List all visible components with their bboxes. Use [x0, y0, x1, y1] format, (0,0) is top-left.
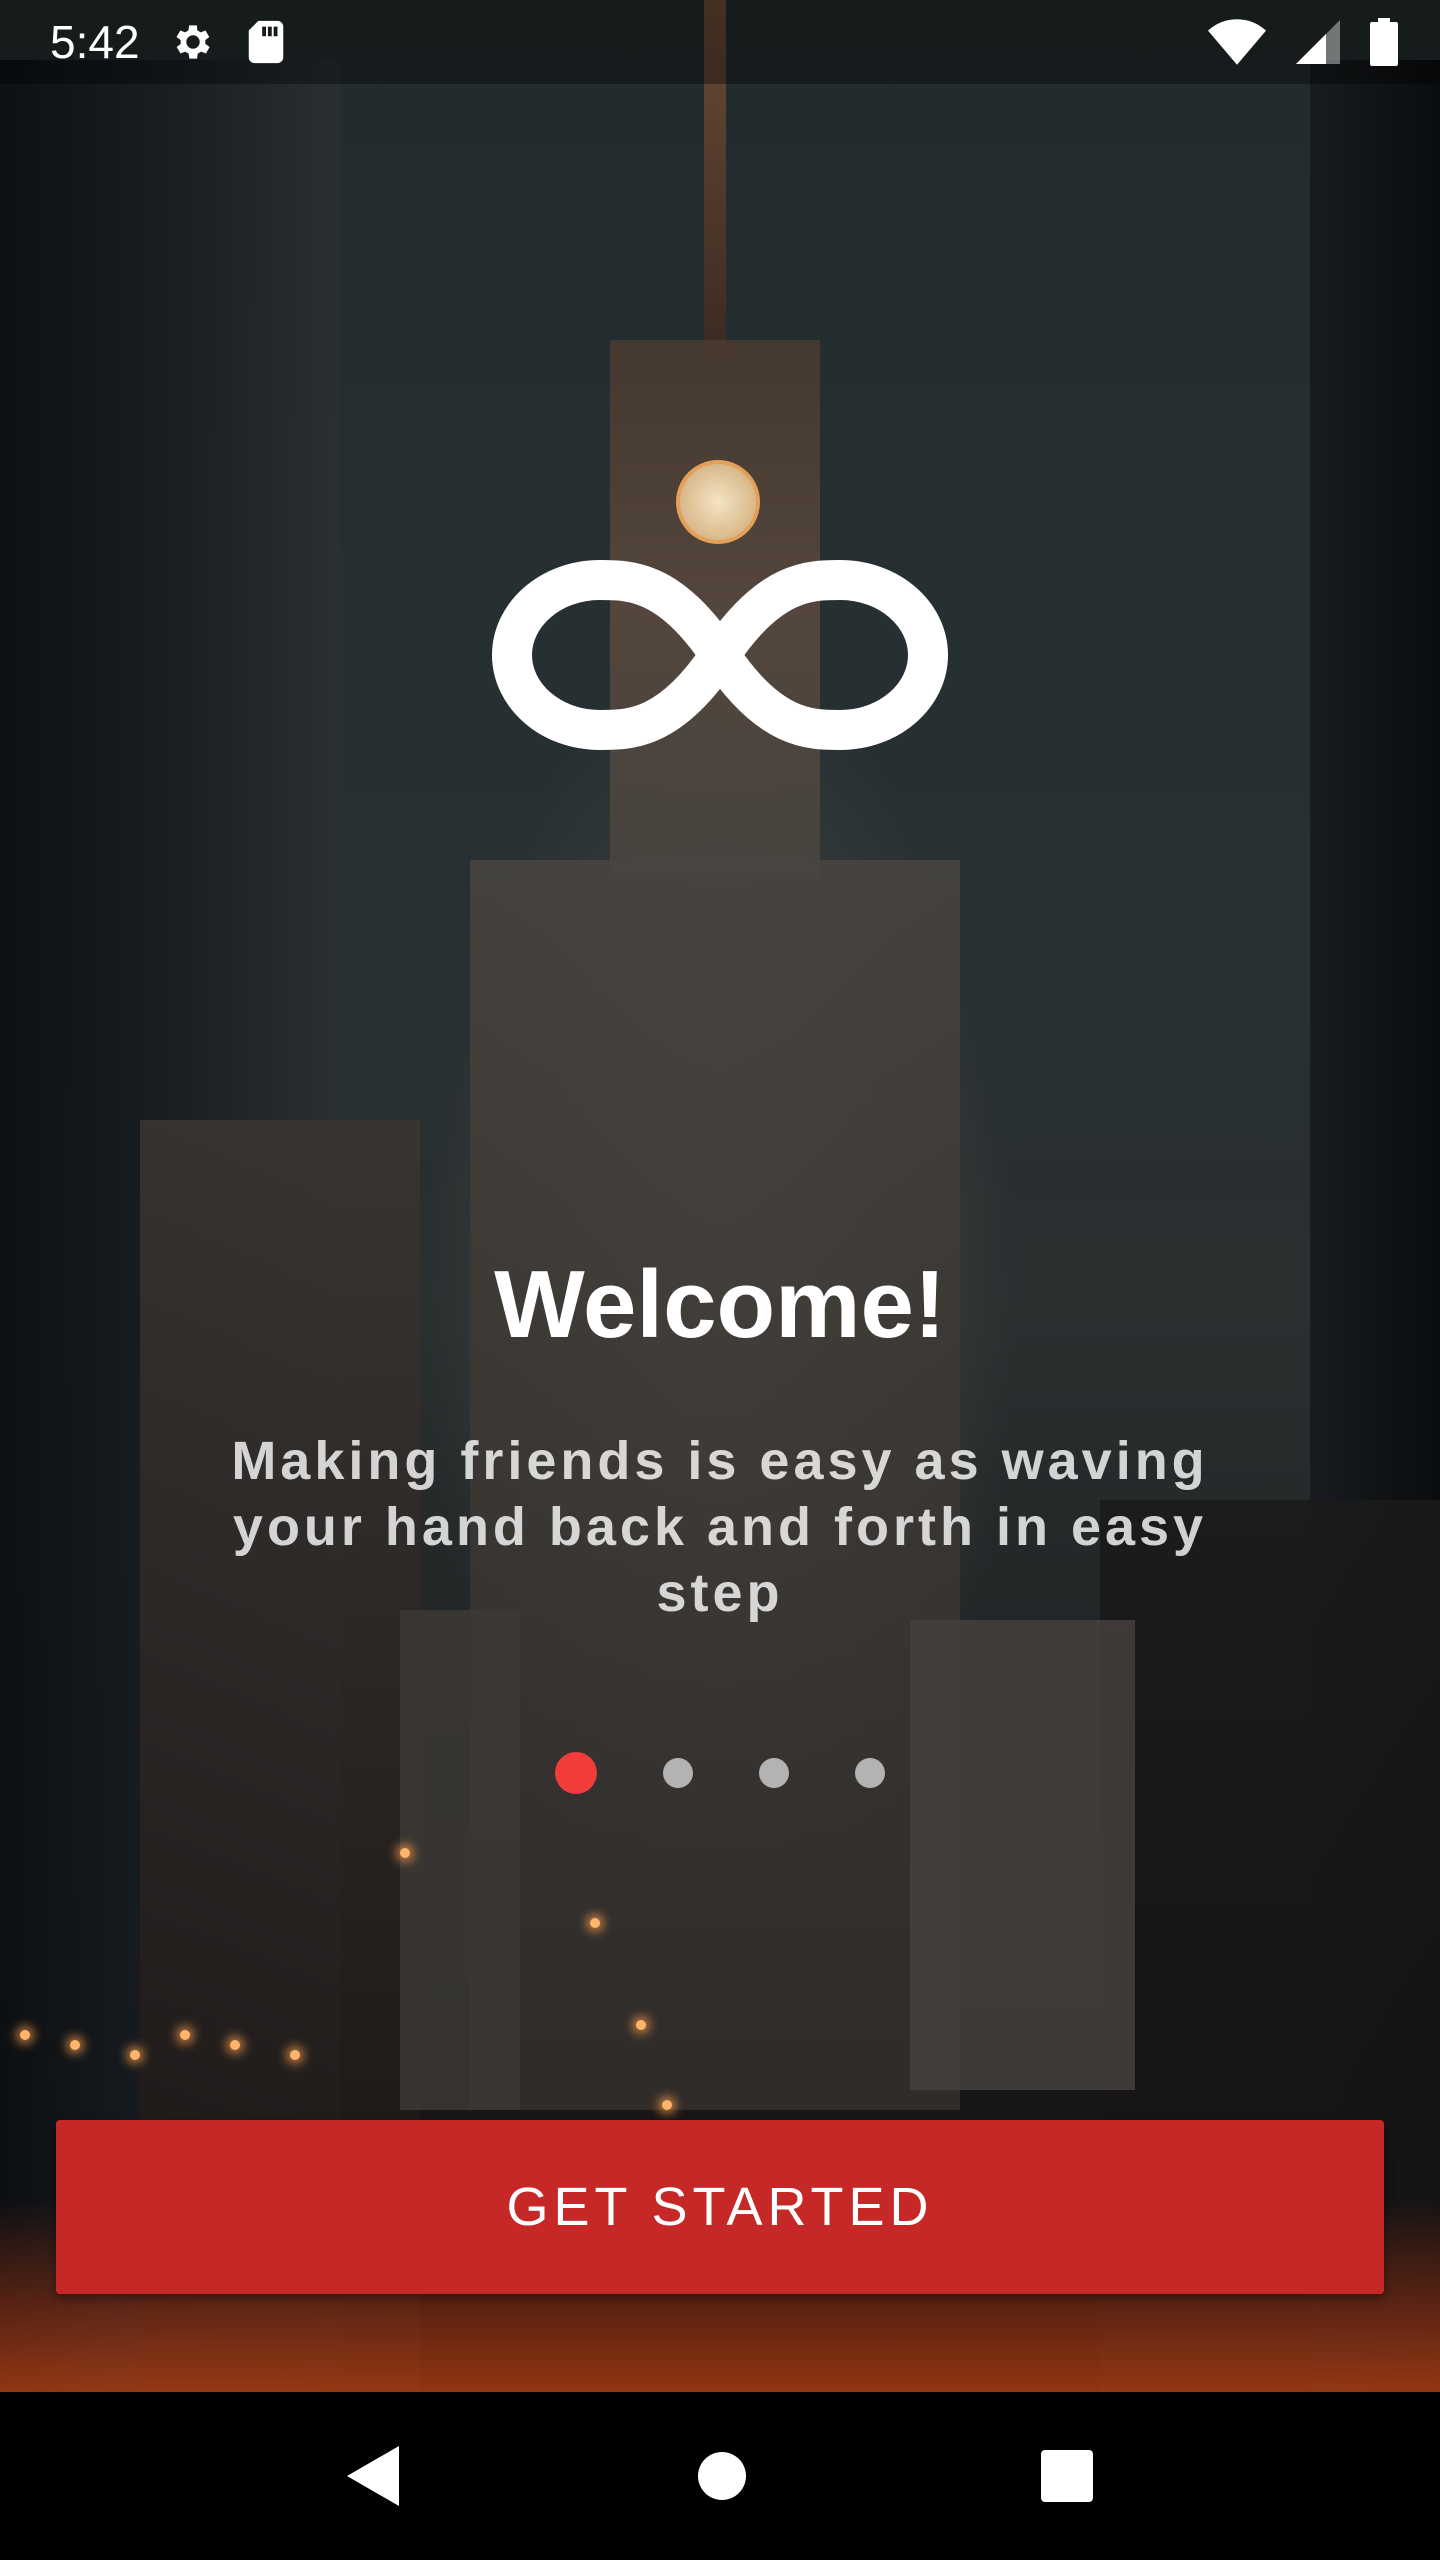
page-dot[interactable]	[855, 1758, 885, 1788]
status-time: 5:42	[50, 16, 140, 68]
battery-icon	[1370, 18, 1398, 66]
page-indicator	[0, 1752, 1440, 1794]
recents-icon[interactable]	[1041, 2450, 1093, 2502]
settings-icon	[170, 19, 216, 65]
welcome-title: Welcome!	[494, 1251, 946, 1358]
background-image	[0, 0, 1440, 2400]
page-dot[interactable]	[663, 1758, 693, 1788]
background-tower-wing	[910, 1620, 1135, 2090]
welcome-subtitle: Making friends is easy as waving your ha…	[231, 1431, 1209, 1623]
background-clock	[676, 460, 760, 544]
get-started-button[interactable]: GET STARTED	[56, 2120, 1384, 2294]
signal-icon	[1296, 20, 1340, 64]
home-icon[interactable]	[697, 2451, 747, 2501]
navigation-bar	[0, 2392, 1440, 2560]
onboarding-screen: 5:42 Welcome! Making friends is easy as …	[0, 0, 1440, 2560]
status-bar: 5:42	[0, 0, 1440, 84]
background-tower-wing	[400, 1610, 520, 2110]
sd-card-icon	[246, 19, 286, 65]
infinity-logo-icon	[470, 540, 970, 770]
back-icon[interactable]	[347, 2446, 403, 2506]
page-dot-active[interactable]	[555, 1752, 597, 1794]
wifi-icon	[1208, 19, 1266, 65]
page-dot[interactable]	[759, 1758, 789, 1788]
